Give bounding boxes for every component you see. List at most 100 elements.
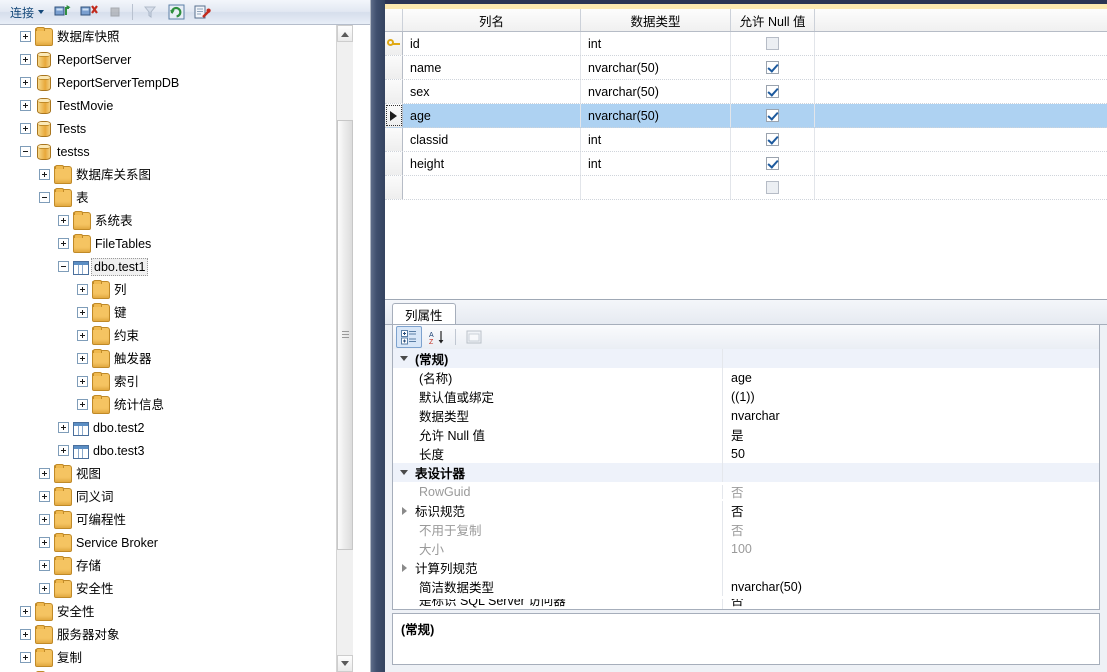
property-row[interactable]: 默认值或绑定 ((1)) — [393, 387, 1099, 406]
tree-node[interactable]: 统计信息 — [0, 393, 354, 416]
cell-allow-null[interactable] — [731, 176, 815, 199]
cell-column-name[interactable]: sex — [403, 80, 581, 103]
expand-icon[interactable] — [20, 652, 31, 663]
tree-node[interactable]: dbo.test2 — [0, 416, 354, 439]
property-row[interactable]: 不用于复制 否 — [393, 520, 1099, 539]
cell-allow-null[interactable] — [731, 128, 815, 151]
expand-icon[interactable] — [20, 54, 31, 65]
cell-allow-null[interactable] — [731, 104, 815, 127]
tree-node[interactable]: 列 — [0, 278, 354, 301]
row-selector-cell[interactable] — [385, 32, 403, 55]
scrollbar-thumb[interactable] — [337, 120, 353, 550]
column-header-allownull[interactable]: 允许 Null 值 — [731, 9, 815, 31]
property-value[interactable]: 100 — [723, 542, 1099, 556]
tree-node[interactable]: 复制 — [0, 646, 354, 669]
cell-data-type[interactable]: int — [581, 32, 731, 55]
tree-node[interactable]: 索引 — [0, 370, 354, 393]
tree-node[interactable]: dbo.test1 — [0, 255, 354, 278]
properties-list[interactable]: (常规) (名称) age 默认值或绑定 ((1)) 数据类型 nvarchar 允许 Nul… — [393, 349, 1099, 609]
cell-allow-null[interactable] — [731, 152, 815, 175]
expand-icon[interactable] — [58, 445, 69, 456]
expand-icon[interactable] — [39, 468, 50, 479]
expand-icon[interactable] — [77, 330, 88, 341]
tree-node[interactable]: testss — [0, 140, 354, 163]
tree-node[interactable]: ReportServer — [0, 48, 354, 71]
expand-icon[interactable] — [39, 560, 50, 571]
allow-null-checkbox[interactable] — [766, 133, 779, 146]
cell-allow-null[interactable] — [731, 32, 815, 55]
table-row[interactable]: height int — [385, 152, 1107, 176]
tree-node[interactable]: 数据库快照 — [0, 25, 354, 48]
pane-splitter[interactable] — [371, 0, 385, 672]
cell-data-type[interactable]: nvarchar(50) — [581, 56, 731, 79]
allow-null-checkbox[interactable] — [766, 37, 779, 50]
property-row[interactable]: (名称) age — [393, 368, 1099, 387]
property-value[interactable]: 否 — [723, 501, 1099, 520]
cell-column-name[interactable]: name — [403, 56, 581, 79]
property-row[interactable]: 大小 100 — [393, 539, 1099, 558]
expand-icon[interactable] — [77, 399, 88, 410]
cell-data-type[interactable]: int — [581, 128, 731, 151]
row-selector-cell[interactable] — [385, 80, 403, 103]
tree-node[interactable]: Service Broker — [0, 531, 354, 554]
collapse-icon[interactable] — [58, 261, 69, 272]
property-value[interactable]: ((1)) — [723, 390, 1099, 404]
table-row[interactable]: id int — [385, 32, 1107, 56]
tree-node[interactable]: 键 — [0, 301, 354, 324]
expand-icon[interactable] — [39, 514, 50, 525]
row-selector-cell[interactable] — [385, 56, 403, 79]
row-selector-cell[interactable] — [385, 152, 403, 175]
tab-column-properties[interactable]: 列属性 — [392, 303, 456, 326]
expand-icon[interactable] — [39, 169, 50, 180]
property-row[interactable]: RowGuid 否 — [393, 482, 1099, 501]
property-row[interactable]: 简洁数据类型 nvarchar(50) — [393, 577, 1099, 596]
column-header-name[interactable]: 列名 — [403, 9, 581, 31]
property-row[interactable]: 标识规范 否 — [393, 501, 1099, 520]
expand-icon[interactable] — [20, 31, 31, 42]
property-value[interactable]: 否 — [723, 482, 1099, 501]
cell-data-type[interactable] — [581, 176, 731, 199]
expand-icon[interactable] — [77, 284, 88, 295]
connect-dropdown-button[interactable]: 连接 — [5, 2, 49, 23]
object-explorer-tree[interactable]: 数据库快照 ReportServer ReportServerTempDB TestM… — [0, 25, 354, 672]
property-row[interactable]: 长度 50 — [393, 444, 1099, 463]
cell-column-name[interactable]: classid — [403, 128, 581, 151]
expand-triangle-icon[interactable] — [402, 564, 407, 572]
cell-allow-null[interactable] — [731, 56, 815, 79]
expand-icon[interactable] — [20, 77, 31, 88]
allow-null-checkbox[interactable] — [766, 85, 779, 98]
tree-node[interactable]: FileTables — [0, 232, 354, 255]
row-selector-cell[interactable] — [385, 128, 403, 151]
property-value[interactable]: 是 — [723, 425, 1099, 444]
tree-node[interactable]: 表 — [0, 186, 354, 209]
scroll-up-button[interactable] — [337, 25, 353, 42]
tree-node[interactable]: 存储 — [0, 554, 354, 577]
expand-icon[interactable] — [58, 238, 69, 249]
expand-icon[interactable] — [58, 422, 69, 433]
tree-node[interactable]: TestMovie — [0, 94, 354, 117]
property-value[interactable]: age — [723, 371, 1099, 385]
expand-icon[interactable] — [20, 123, 31, 134]
table-row[interactable]: sex nvarchar(50) — [385, 80, 1107, 104]
tree-node[interactable]: 安全性 — [0, 577, 354, 600]
cell-column-name[interactable] — [403, 176, 581, 199]
expand-icon[interactable] — [77, 353, 88, 364]
collapse-triangle-icon[interactable] — [400, 356, 408, 361]
expand-triangle-icon[interactable] — [402, 507, 407, 515]
tree-node[interactable]: dbo.test3 — [0, 439, 354, 462]
cell-data-type[interactable]: nvarchar(50) — [581, 80, 731, 103]
property-row[interactable]: 允许 Null 值 是 — [393, 425, 1099, 444]
allow-null-checkbox[interactable] — [766, 181, 779, 194]
tree-node[interactable]: 同义词 — [0, 485, 354, 508]
report-icon[interactable] — [190, 1, 214, 23]
expand-icon[interactable] — [58, 215, 69, 226]
allow-null-checkbox[interactable] — [766, 157, 779, 170]
property-value[interactable]: nvarchar — [723, 409, 1099, 423]
expand-icon[interactable] — [77, 376, 88, 387]
cell-data-type[interactable]: nvarchar(50) — [581, 104, 731, 127]
expand-icon[interactable] — [39, 491, 50, 502]
tree-node[interactable]: 视图 — [0, 462, 354, 485]
disconnect-icon[interactable] — [77, 1, 101, 23]
collapse-triangle-icon[interactable] — [400, 470, 408, 475]
cell-data-type[interactable]: int — [581, 152, 731, 175]
